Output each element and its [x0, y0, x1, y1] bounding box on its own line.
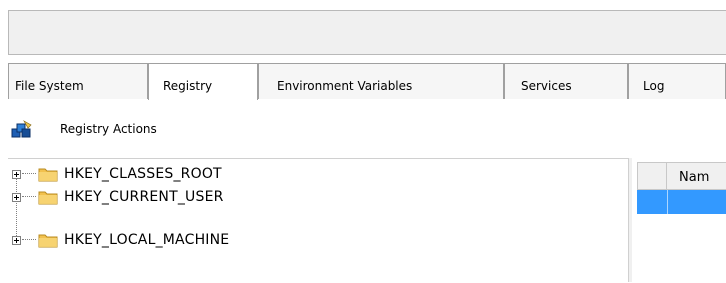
- grid-row-divider: [667, 190, 668, 214]
- top-panel: [8, 10, 726, 55]
- expand-icon[interactable]: [12, 235, 21, 245]
- tree-connector: [22, 173, 36, 175]
- tab-services[interactable]: Services: [504, 63, 628, 99]
- tab-label: Log: [643, 79, 665, 93]
- tree-item-label: HKEY_CURRENT_USER: [64, 189, 224, 205]
- tab-file-system[interactable]: File System: [8, 63, 148, 99]
- tab-log[interactable]: Log: [628, 63, 726, 99]
- tab-label: Services: [521, 79, 572, 93]
- tree-connector: [22, 196, 36, 198]
- tree-item-hkey-local-machine[interactable]: HKEY_LOCAL_MACHINE: [12, 229, 229, 251]
- tab-label: File System: [15, 79, 84, 93]
- tab-environment-variables[interactable]: Environment Variables: [258, 63, 504, 99]
- folder-icon: [38, 166, 58, 182]
- expand-icon[interactable]: [12, 192, 21, 202]
- folder-icon: [38, 189, 58, 205]
- tree-item-hkey-classes-root[interactable]: HKEY_CLASSES_ROOT: [12, 163, 222, 185]
- grid-row-selected[interactable]: [637, 190, 726, 214]
- registry-actions-icon[interactable]: [11, 120, 32, 140]
- tab-registry[interactable]: Registry: [148, 63, 258, 100]
- tree-item-hkey-current-user[interactable]: HKEY_CURRENT_USER: [12, 186, 224, 208]
- tab-label: Registry: [163, 79, 213, 93]
- tree-connector: [22, 239, 36, 241]
- column-header-label: Nam: [679, 170, 710, 185]
- grid-corner-header: [637, 162, 667, 190]
- tab-label: Environment Variables: [277, 79, 413, 93]
- folder-icon: [38, 232, 58, 248]
- expand-icon[interactable]: [12, 169, 21, 179]
- tree-item-label: HKEY_CLASSES_ROOT: [64, 166, 222, 182]
- tree-item-label: HKEY_LOCAL_MACHINE: [64, 232, 230, 248]
- registry-actions-menu[interactable]: Registry Actions: [60, 122, 157, 136]
- tab-strip: File System Registry Environment Variabl…: [8, 63, 726, 100]
- column-header-name[interactable]: Nam: [667, 162, 726, 190]
- values-grid[interactable]: Nam: [632, 158, 726, 282]
